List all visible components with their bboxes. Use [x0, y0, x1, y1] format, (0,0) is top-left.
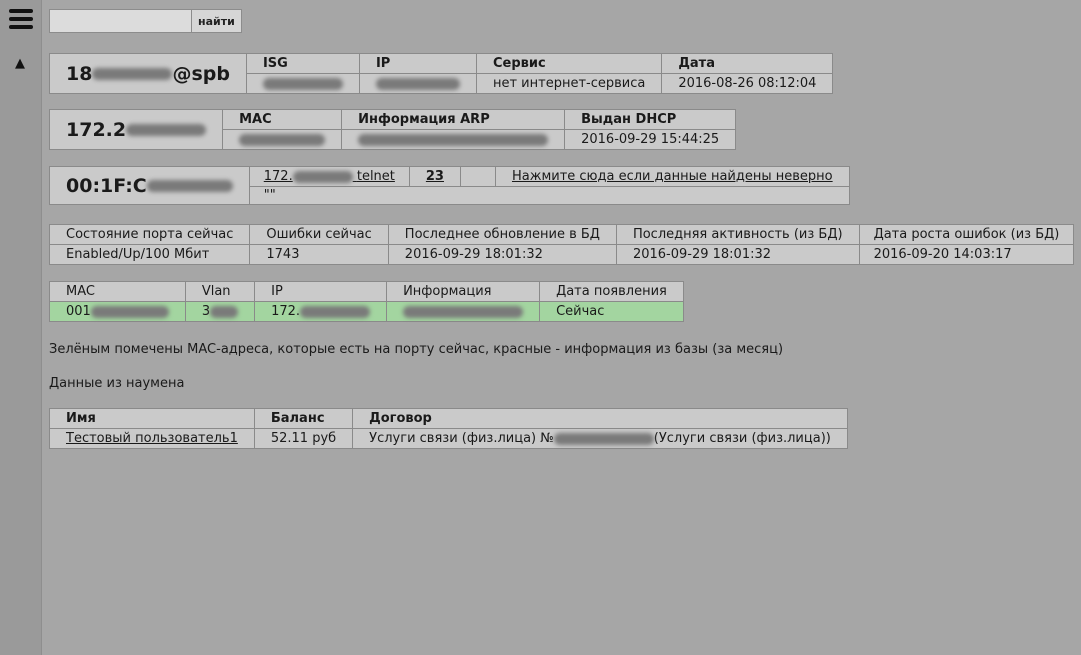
- table-row: 001 3 172. Сейчас: [49, 301, 684, 322]
- login-cell: 18 @spb: [49, 53, 247, 94]
- isg-block: 18 @spb ISG IP Сервис Дата нет интернет-с…: [49, 53, 834, 94]
- dhcp-header: Выдан DHCP: [564, 109, 737, 130]
- ip-header: IP: [358, 53, 477, 74]
- ip-cell-value: 172.: [254, 301, 388, 322]
- report-cell: Нажмите сюда если данные найдены неверно: [494, 166, 850, 187]
- port-state-value: Enabled/Up/100 Мбит: [48, 244, 251, 265]
- ip-col-header: IP: [254, 281, 388, 302]
- name-header: Имя: [49, 408, 255, 429]
- mac-col-header: MAC: [49, 281, 186, 302]
- isg-value: [245, 73, 360, 94]
- balance-header: Баланс: [253, 408, 354, 429]
- hamburger-icon[interactable]: [9, 9, 33, 31]
- login-suffix: @spb: [172, 62, 230, 85]
- quotes-cell: "": [248, 186, 850, 205]
- search-input[interactable]: [49, 9, 192, 33]
- search-button[interactable]: найти: [191, 9, 242, 33]
- ip-prefix: 172.2: [66, 118, 127, 141]
- info-col-header: Информация: [386, 281, 541, 302]
- service-header: Сервис: [475, 53, 663, 74]
- port-link[interactable]: 23: [426, 169, 444, 184]
- errors-growth-header: Дата роста ошибок (из БД): [858, 224, 1075, 245]
- ip-value: [358, 73, 477, 94]
- port-state-header: Состояние порта сейчас: [48, 224, 251, 245]
- mac-table: MAC Vlan IP Информация Дата появления 00…: [49, 281, 684, 322]
- name-value: Тестовый пользователь1: [49, 428, 255, 449]
- legend-note: Зелёным помечены MAC-адреса, которые ест…: [49, 342, 784, 357]
- dhcp-value: 2016-09-29 15:44:25: [564, 129, 737, 150]
- port-cell: 23: [408, 166, 461, 187]
- search-bar: найти: [49, 9, 242, 33]
- naumen-table: Имя Баланс Договор Тестовый пользователь…: [49, 408, 848, 449]
- last-update-header: Последнее обновление в БД: [387, 224, 617, 245]
- user-link[interactable]: Тестовый пользователь1: [66, 431, 238, 446]
- last-update-value: 2016-09-29 18:01:32: [387, 244, 617, 265]
- mac-header: MAC: [222, 109, 343, 130]
- ip-cell: 172.2: [48, 109, 224, 150]
- vlan-col-header: Vlan: [184, 281, 256, 302]
- naumen-title: Данные из наумена: [49, 376, 185, 391]
- mac-prefix: 00:1F:C: [66, 174, 147, 197]
- errors-value: 1743: [249, 244, 389, 265]
- telnet-link[interactable]: 172. telnet: [264, 169, 395, 184]
- isg-header: ISG: [245, 53, 360, 74]
- balance-value: 52.11 руб: [253, 428, 354, 449]
- service-value: нет интернет-сервиса: [475, 73, 663, 94]
- vlan-cell-value: 3: [184, 301, 256, 322]
- sidebar: ▲: [0, 0, 42, 655]
- port-state-table: Состояние порта сейчас Ошибки сейчас Пос…: [48, 224, 1075, 265]
- date-col-header: Дата появления: [539, 281, 684, 302]
- contract-header: Договор: [352, 408, 848, 429]
- arp-header: Информация ARP: [341, 109, 566, 130]
- info-cell-value: [386, 301, 541, 322]
- date-value: 2016-08-26 08:12:04: [661, 73, 834, 94]
- errors-header: Ошибки сейчас: [249, 224, 389, 245]
- triangle-up-icon[interactable]: ▲: [15, 56, 25, 71]
- report-link[interactable]: Нажмите сюда если данные найдены неверно: [512, 169, 833, 184]
- last-activity-value: 2016-09-29 18:01:32: [615, 244, 860, 265]
- contract-value: Услуги связи (физ.лица) № (Услуги связи (…: [352, 428, 848, 449]
- arp-value: [341, 129, 566, 150]
- mac-block: 00:1F:C 172. telnet 23 Нажмите сюда если…: [49, 166, 850, 205]
- empty-cell: [459, 166, 496, 187]
- mac-cell: 00:1F:C: [49, 166, 250, 205]
- ip-block: 172.2 MAC Информация ARP Выдан DHCP 2016…: [48, 109, 737, 150]
- table-row: Тестовый пользователь1 52.11 руб Услуги …: [49, 428, 848, 449]
- errors-growth-value: 2016-09-20 14:03:17: [858, 244, 1075, 265]
- date-header: Дата: [661, 53, 834, 74]
- telnet-cell: 172. telnet: [248, 166, 410, 187]
- mac-value: [222, 129, 343, 150]
- appeared-cell-value: Сейчас: [539, 301, 684, 322]
- last-activity-header: Последняя активность (из БД): [615, 224, 860, 245]
- mac-cell-value: 001: [49, 301, 186, 322]
